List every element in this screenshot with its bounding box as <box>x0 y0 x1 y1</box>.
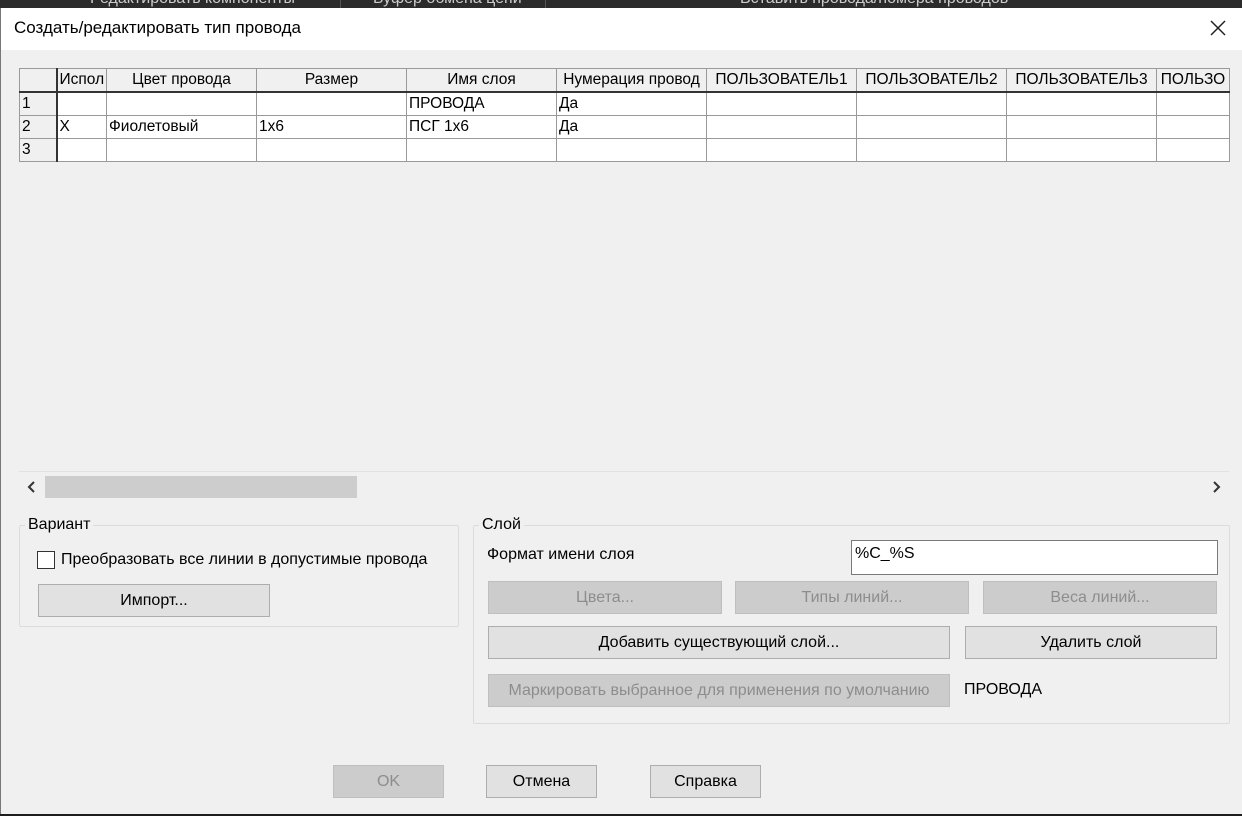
table-row[interactable]: 3 <box>19 138 1230 162</box>
grid-cell[interactable] <box>856 115 1007 139</box>
grid-cell[interactable] <box>406 138 557 162</box>
chevron-left-icon[interactable] <box>24 479 40 495</box>
layer-name-format-label: Формат имени слоя <box>487 546 635 563</box>
ok-button[interactable]: OK <box>333 765 444 798</box>
layer-group-label: Слой <box>479 516 524 534</box>
dialog-title: Создать/редактировать тип провода <box>14 18 301 37</box>
grid-cell[interactable] <box>706 91 857 116</box>
table-row[interactable]: 2 X Фиолетовый 1x6 ПСГ 1x6 Да <box>19 115 1230 139</box>
colors-button[interactable]: Цвета... <box>488 581 722 614</box>
column-header-user3[interactable]: ПОЛЬЗОВАТЕЛЬ3 <box>1006 68 1157 93</box>
row-header[interactable]: 2 <box>19 115 58 139</box>
mark-default-button[interactable]: Маркировать выбранное для применения по … <box>488 674 950 707</box>
background-toolbar-strip: Редактировать компоненты Буфер обмена це… <box>0 0 1242 8</box>
cancel-button[interactable]: Отмена <box>486 765 597 798</box>
close-icon[interactable] <box>1206 16 1230 40</box>
grid-cell[interactable] <box>856 91 1007 116</box>
column-header-user4[interactable]: ПОЛЬЗО <box>1156 68 1230 93</box>
variant-group-label: Вариант <box>25 516 94 534</box>
grid-cell[interactable]: X <box>56 115 107 139</box>
grid-cell[interactable] <box>706 138 857 162</box>
column-header-user2[interactable]: ПОЛЬЗОВАТЕЛЬ2 <box>856 68 1007 93</box>
grid-cell[interactable] <box>106 91 257 116</box>
grid-corner-cell[interactable] <box>19 68 58 93</box>
grid-cell[interactable]: 1x6 <box>256 115 407 139</box>
wire-types-grid[interactable]: Испол Цвет провода Размер Имя слоя Нумер… <box>19 68 1230 162</box>
grid-cell[interactable] <box>1006 138 1157 162</box>
column-header-layer-name[interactable]: Имя слоя <box>406 68 557 93</box>
grid-cell[interactable]: ПРОВОДА <box>406 91 557 116</box>
grid-cell[interactable] <box>556 138 707 162</box>
grid-cell[interactable]: Да <box>556 115 707 139</box>
dialog-titlebar: Создать/редактировать тип провода <box>1 8 1242 50</box>
grid-cell[interactable] <box>1156 115 1230 139</box>
row-header[interactable]: 1 <box>19 91 58 116</box>
convert-lines-label[interactable]: Преобразовать все линии в допустимые про… <box>61 551 427 569</box>
delete-layer-button[interactable]: Удалить слой <box>965 626 1217 659</box>
row-header[interactable]: 3 <box>19 138 58 162</box>
grid-cell[interactable]: Да <box>556 91 707 116</box>
grid-cell[interactable] <box>256 138 407 162</box>
scrollbar-thumb[interactable] <box>45 476 357 498</box>
bg-item-edit-components: Редактировать компоненты <box>90 0 295 8</box>
column-header-wire-numbering[interactable]: Нумерация провод <box>556 68 707 93</box>
column-header-wire-color[interactable]: Цвет провода <box>106 68 257 93</box>
grid-cell[interactable] <box>1006 91 1157 116</box>
column-header-size[interactable]: Размер <box>256 68 407 93</box>
column-header-use[interactable]: Испол <box>56 68 107 93</box>
grid-cell[interactable] <box>256 91 407 116</box>
layer-name-format-input[interactable]: %C_%S <box>851 540 1218 575</box>
grid-cell[interactable] <box>1156 138 1230 162</box>
default-layer-value: ПРОВОДА <box>964 681 1043 698</box>
chevron-right-icon[interactable] <box>1208 479 1224 495</box>
column-header-user1[interactable]: ПОЛЬЗОВАТЕЛЬ1 <box>706 68 857 93</box>
grid-cell[interactable] <box>106 138 257 162</box>
grid-cell[interactable] <box>56 91 107 116</box>
grid-cell[interactable] <box>1156 91 1230 116</box>
help-button[interactable]: Справка <box>650 765 761 798</box>
add-existing-layer-button[interactable]: Добавить существующий слой... <box>488 626 950 659</box>
bg-item-clipboard: Буфер обмена цепи <box>373 0 522 8</box>
grid-cell[interactable] <box>56 138 107 162</box>
wire-type-dialog: Создать/редактировать тип провода Испол … <box>0 8 1242 814</box>
grid-cell[interactable] <box>856 138 1007 162</box>
linetypes-button[interactable]: Типы линий... <box>735 581 969 614</box>
horizontal-scrollbar[interactable] <box>19 471 1229 502</box>
grid-cell[interactable] <box>1006 115 1157 139</box>
grid-cell[interactable]: Фиолетовый <box>106 115 257 139</box>
convert-lines-checkbox[interactable] <box>37 551 55 569</box>
lineweights-button[interactable]: Веса линий... <box>983 581 1217 614</box>
table-row[interactable]: 1 ПРОВОДА Да <box>19 91 1230 116</box>
bg-item-insert-wires: Вставить провода/номера проводов <box>740 0 1008 8</box>
grid-cell[interactable]: ПСГ 1x6 <box>406 115 557 139</box>
grid-header-row: Испол Цвет провода Размер Имя слоя Нумер… <box>19 68 1230 93</box>
import-button[interactable]: Импорт... <box>38 584 270 617</box>
grid-cell[interactable] <box>706 115 857 139</box>
